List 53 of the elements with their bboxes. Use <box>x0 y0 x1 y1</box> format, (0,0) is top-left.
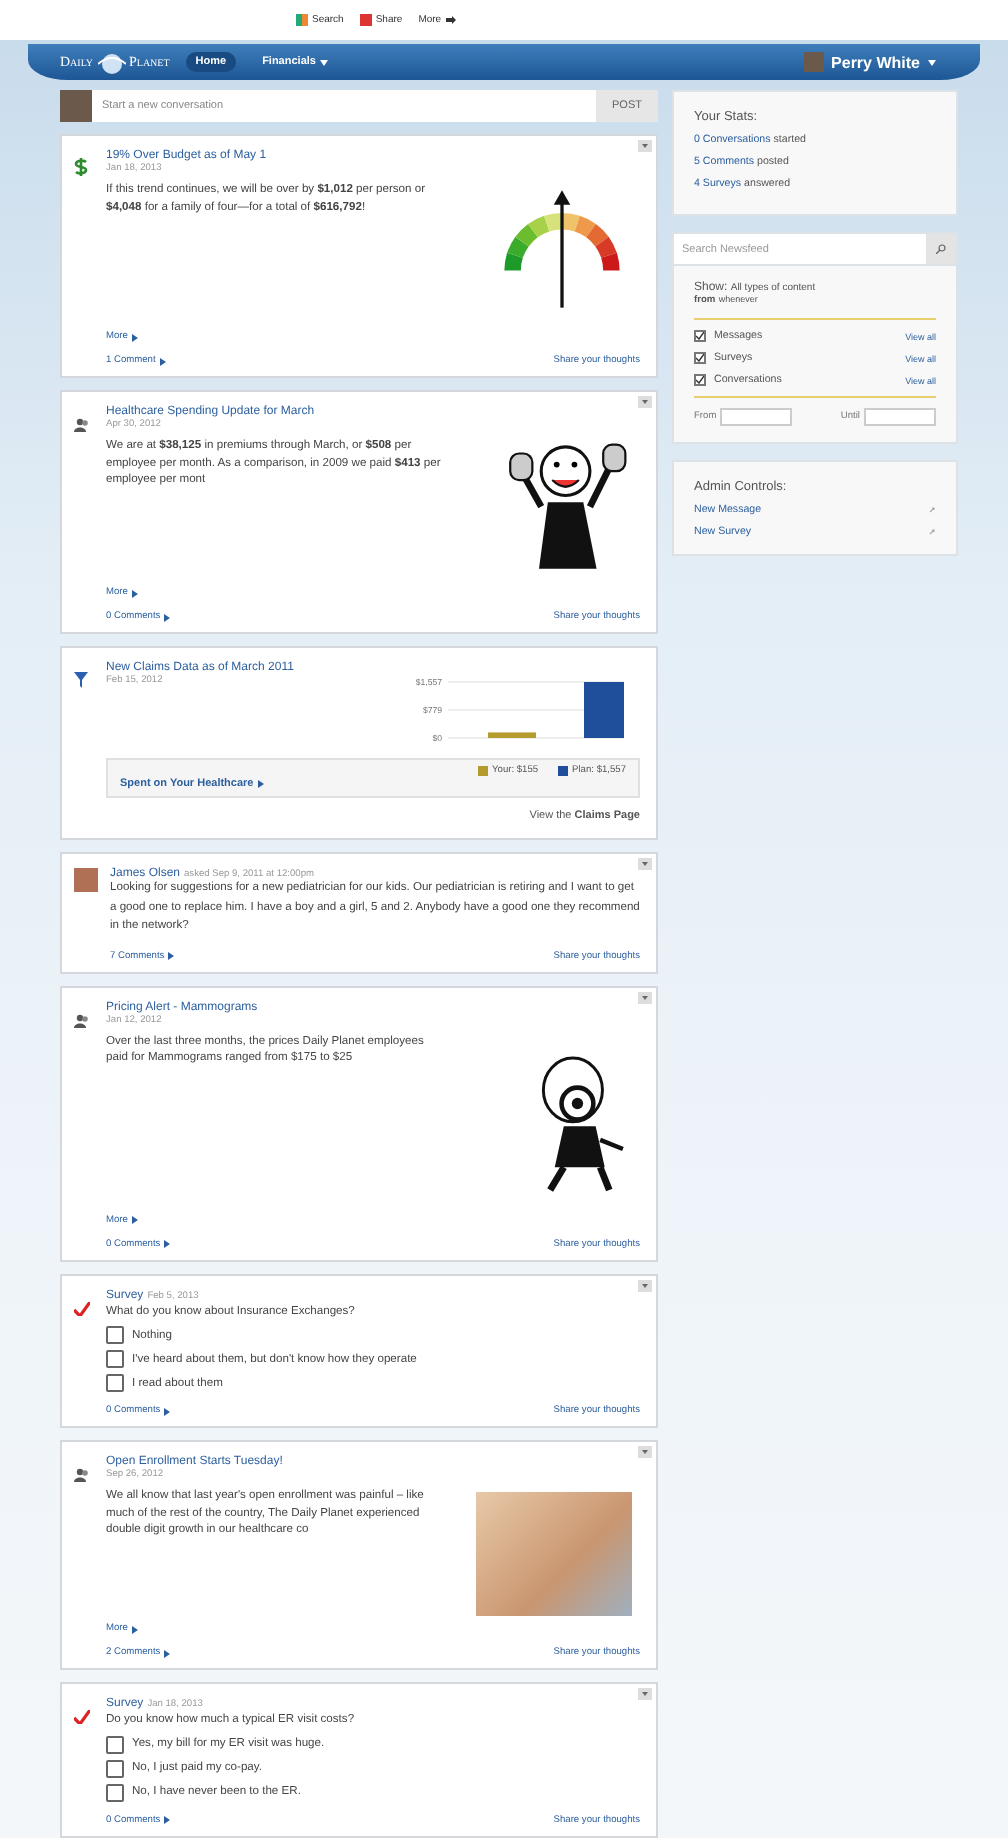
checkbox[interactable] <box>106 1759 124 1777</box>
legend-swatch <box>478 766 489 776</box>
card-menu-button[interactable] <box>638 1446 652 1458</box>
from-date-field[interactable] <box>720 408 793 426</box>
caret-icon <box>131 1625 138 1633</box>
legend-swatch <box>558 766 569 776</box>
card-menu-button[interactable] <box>638 991 652 1003</box>
chart-bar <box>488 732 536 738</box>
checkbox[interactable] <box>106 1735 124 1753</box>
checkbox[interactable] <box>694 374 706 386</box>
check-icon <box>74 1301 90 1315</box>
caret-icon <box>159 357 166 365</box>
dollar-icon <box>74 158 88 176</box>
chart-bar <box>584 682 624 738</box>
external-link-icon <box>928 506 936 514</box>
checkbox[interactable] <box>106 1326 124 1344</box>
card-menu-button[interactable] <box>638 1688 652 1700</box>
caret-icon <box>131 589 138 597</box>
caret-icon <box>164 613 171 621</box>
user-menu[interactable]: Perry White <box>791 50 948 74</box>
arrow-icon <box>445 16 456 24</box>
people-icon <box>74 1468 90 1482</box>
card-menu-button[interactable] <box>638 396 652 408</box>
funnel-icon <box>74 672 88 688</box>
caret-down-icon <box>928 59 936 65</box>
globe-icon <box>97 51 125 73</box>
card-menu-button[interactable] <box>638 1279 652 1291</box>
check-icon <box>74 1710 90 1724</box>
people-icon <box>74 418 90 432</box>
caret-icon <box>164 1407 171 1415</box>
checkbox[interactable] <box>694 330 706 342</box>
checkbox[interactable] <box>106 1374 124 1392</box>
caret-icon <box>131 1216 138 1224</box>
checkbox[interactable] <box>106 1783 124 1801</box>
share-icon <box>359 14 372 26</box>
avatar <box>803 52 824 72</box>
external-link-icon <box>928 528 936 536</box>
search-icon <box>936 244 946 254</box>
caret-icon <box>257 780 264 788</box>
checkbox[interactable] <box>106 1350 124 1368</box>
search-logo-icon <box>296 14 308 26</box>
caret-icon <box>164 1240 171 1248</box>
people-icon <box>74 1013 90 1027</box>
caret-icon <box>131 333 138 341</box>
card-menu-button[interactable] <box>638 140 652 152</box>
card-menu-button[interactable] <box>638 858 652 870</box>
caret-icon <box>164 1816 171 1824</box>
avatar <box>74 868 98 892</box>
caret-icon <box>164 1649 171 1657</box>
checkbox[interactable] <box>694 352 706 364</box>
avatar <box>60 90 92 122</box>
caret-icon <box>168 952 175 960</box>
until-date-field[interactable] <box>864 408 936 426</box>
